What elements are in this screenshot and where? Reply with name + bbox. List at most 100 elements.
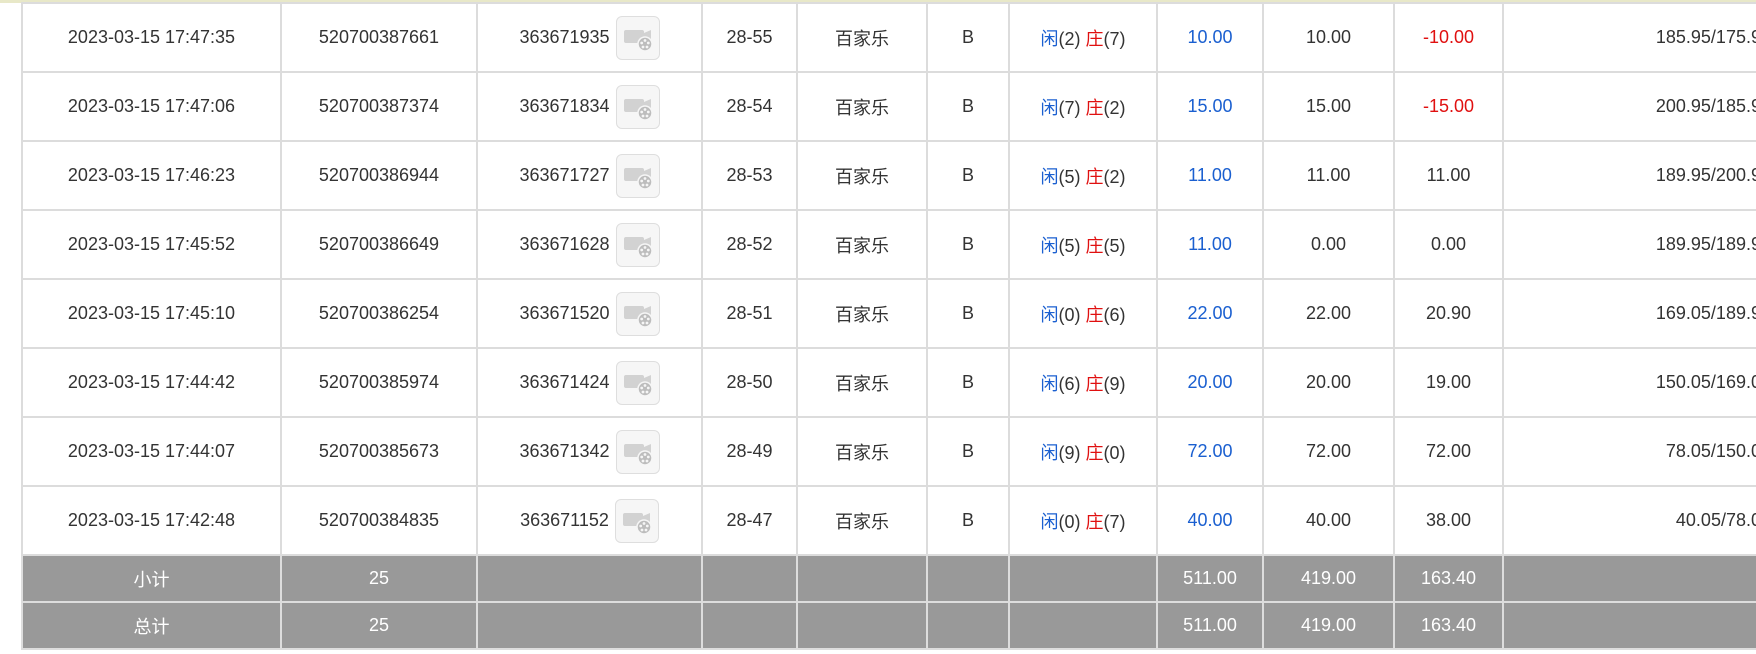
balance-change: 189.95/200.95 — [1502, 140, 1756, 211]
banker-label: 庄 — [1085, 511, 1104, 532]
game-number-cell: 363671727 — [476, 140, 703, 211]
order-number: 520700385974 — [280, 347, 478, 418]
result-cell: 闲(0) 庄(6) — [1008, 278, 1158, 349]
valid-bet: 11.00 — [1262, 140, 1395, 211]
game-type: 百家乐 — [796, 71, 928, 142]
video-replay-icon[interactable] — [614, 498, 659, 543]
banker-label: 庄 — [1085, 235, 1104, 256]
video-replay-icon[interactable] — [615, 84, 660, 129]
player-label: 闲 — [1040, 28, 1059, 49]
table-row: 2023-03-15 17:45:10 520700386254 363671520… — [21, 278, 1756, 349]
banker-points: (5) — [1103, 235, 1126, 256]
game-type: 百家乐 — [796, 2, 928, 73]
table-code: B — [926, 347, 1010, 418]
total-win: 163.40 — [1393, 601, 1504, 650]
game-number-cell: 363671152 — [476, 485, 703, 556]
banker-points: (7) — [1103, 28, 1126, 49]
total-bet: 511.00 — [1156, 601, 1264, 650]
round-number: 28-51 — [701, 278, 798, 349]
table-row: 2023-03-15 17:44:07 520700385673 363671342… — [21, 416, 1756, 487]
game-type: 百家乐 — [796, 347, 928, 418]
subtotal-win: 163.40 — [1393, 554, 1504, 603]
bet-time: 2023-03-15 17:47:35 — [21, 2, 282, 73]
video-replay-icon[interactable] — [615, 360, 660, 405]
balance-change: 189.95/189.95 — [1502, 209, 1756, 280]
valid-bet: 72.00 — [1262, 416, 1395, 487]
table-code: B — [926, 485, 1010, 556]
win-loss: -10.00 — [1393, 2, 1504, 73]
result-cell: 闲(5) 庄(5) — [1008, 209, 1158, 280]
round-number: 28-52 — [701, 209, 798, 280]
subtotal-label: 小计 — [21, 554, 282, 603]
game-number-cell: 363671628 — [476, 209, 703, 280]
bet-time: 2023-03-15 17:44:42 — [21, 347, 282, 418]
order-number: 520700387661 — [280, 2, 478, 73]
win-loss: 19.00 — [1393, 347, 1504, 418]
banker-label: 庄 — [1085, 166, 1104, 187]
balance-change: 169.05/189.95 — [1502, 278, 1756, 349]
bet-time: 2023-03-15 17:42:48 — [21, 485, 282, 556]
win-loss: 0.00 — [1393, 209, 1504, 280]
table-code: B — [926, 71, 1010, 142]
balance-change: 40.05/78.05 — [1502, 485, 1756, 556]
player-points: (6) — [1058, 373, 1081, 394]
round-number: 28-54 — [701, 71, 798, 142]
bet-amount: 20.00 — [1156, 347, 1264, 418]
bet-time: 2023-03-15 17:45:52 — [21, 209, 282, 280]
game-number: 363671520 — [519, 303, 610, 323]
player-label: 闲 — [1040, 235, 1059, 256]
table-row: 2023-03-15 17:44:42 520700385974 363671424… — [21, 347, 1756, 418]
round-number: 28-50 — [701, 347, 798, 418]
game-type: 百家乐 — [796, 140, 928, 211]
bet-time: 2023-03-15 17:44:07 — [21, 416, 282, 487]
table-code: B — [926, 416, 1010, 487]
player-label: 闲 — [1040, 97, 1059, 118]
banker-label: 庄 — [1085, 304, 1104, 325]
bet-amount: 11.00 — [1156, 209, 1264, 280]
game-number: 363671342 — [519, 441, 610, 461]
total-row: 总计 25 511.00 419.00 163.40 — [21, 601, 1756, 650]
game-type: 百家乐 — [796, 485, 928, 556]
player-points: (5) — [1058, 235, 1081, 256]
table-code: B — [926, 278, 1010, 349]
bet-amount: 22.00 — [1156, 278, 1264, 349]
player-points: (0) — [1058, 511, 1081, 532]
bet-amount: 72.00 — [1156, 416, 1264, 487]
video-replay-icon[interactable] — [615, 291, 660, 336]
table-code: B — [926, 140, 1010, 211]
valid-bet: 20.00 — [1262, 347, 1395, 418]
game-type: 百家乐 — [796, 278, 928, 349]
video-replay-icon[interactable] — [615, 222, 660, 267]
game-number-cell: 363671424 — [476, 347, 703, 418]
order-number: 520700385673 — [280, 416, 478, 487]
valid-bet: 40.00 — [1262, 485, 1395, 556]
bet-records-table: 2023-03-15 17:47:35 520700387661 363671935… — [21, 2, 1756, 650]
game-number: 363671152 — [520, 510, 609, 530]
bet-amount: 10.00 — [1156, 2, 1264, 73]
balance-change: 78.05/150.05 — [1502, 416, 1756, 487]
round-number: 28-47 — [701, 485, 798, 556]
table-row: 2023-03-15 17:47:35 520700387661 363671935… — [21, 2, 1756, 73]
result-cell: 闲(0) 庄(7) — [1008, 485, 1158, 556]
table-row: 2023-03-15 17:46:23 520700386944 363671727… — [21, 140, 1756, 211]
video-replay-icon[interactable] — [615, 15, 660, 60]
player-label: 闲 — [1040, 442, 1059, 463]
round-number: 28-55 — [701, 2, 798, 73]
table-row: 2023-03-15 17:47:06 520700387374 363671834… — [21, 71, 1756, 142]
win-loss: 11.00 — [1393, 140, 1504, 211]
banker-points: (2) — [1103, 97, 1126, 118]
balance-change: 150.05/169.05 — [1502, 347, 1756, 418]
video-replay-icon[interactable] — [615, 153, 660, 198]
valid-bet: 22.00 — [1262, 278, 1395, 349]
total-label: 总计 — [21, 601, 282, 650]
video-replay-icon[interactable] — [615, 429, 660, 474]
result-cell: 闲(9) 庄(0) — [1008, 416, 1158, 487]
banker-label: 庄 — [1085, 28, 1104, 49]
subtotal-bet: 511.00 — [1156, 554, 1264, 603]
banker-points: (0) — [1103, 442, 1126, 463]
valid-bet: 15.00 — [1262, 71, 1395, 142]
bet-time: 2023-03-15 17:47:06 — [21, 71, 282, 142]
order-number: 520700387374 — [280, 71, 478, 142]
player-label: 闲 — [1040, 511, 1059, 532]
bet-records-table-wrapper: 2023-03-15 17:47:35 520700387661 363671935… — [21, 2, 1756, 650]
